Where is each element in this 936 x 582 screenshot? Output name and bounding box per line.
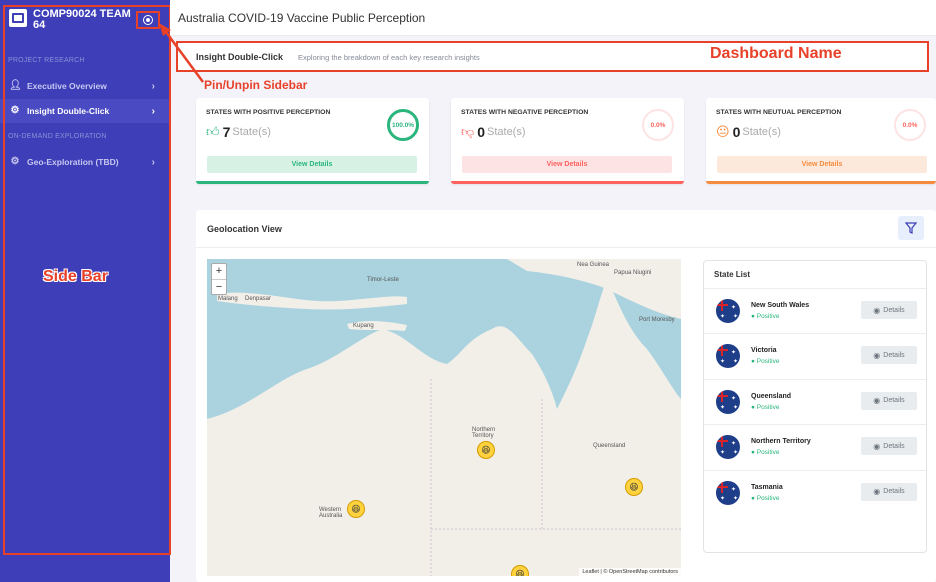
card-title: STATES WITH NEGATIVE PERCEPTION [461,109,589,116]
state-name: Northern Territory [751,438,811,446]
australia-flag-icon: ✦ ✦ ✦ [716,435,740,460]
details-label: Details [883,351,905,359]
card-title: STATES WITH NEUTUAL PERCEPTION [716,109,842,116]
top-header: Australia COVID-19 Vaccine Public Percep… [170,0,936,36]
australia-flag-icon: ✦ ✦ ✦ [716,299,740,323]
filter-button[interactable] [898,216,924,240]
state-status: ● Positive [751,313,780,320]
state-row-northern-territory: ✦ ✦ ✦ Northern Territory ● Positive ◉ Details [704,424,926,469]
state-status-label: Positive [756,313,780,320]
details-button[interactable]: ◉ Details [861,301,917,319]
geolocation-panel: Geolocation View + − Malang Denpasar Tim… [196,210,936,582]
page-title: Australia COVID-19 Vaccine Public Percep… [178,11,426,25]
map-label: Malang [218,296,238,302]
negative-card: STATES WITH NEGATIVE PERCEPTION 👎︎ 0 Sta… [451,98,684,184]
details-button[interactable]: ◉ Details [861,482,917,501]
card-unit: State(s) [742,126,781,138]
details-button[interactable]: ◉ Details [861,437,917,456]
card-accent-bar [706,181,936,184]
map-label: Kupang [353,323,374,329]
state-name: New South Wales [751,302,810,309]
state-status-label: Positive [756,449,780,457]
filter-icon [905,222,917,234]
zoom-in-button[interactable]: + [212,264,226,279]
pin-annotation: Pin/Unpin Sidebar [204,78,308,92]
state-row-victoria: ✦ ✦ ✦ Victoria ● Positive ◉ Details [704,333,926,378]
australia-flag-icon: ✦ ✦ ✦ [716,389,740,414]
eye-icon: ◉ [873,441,881,451]
eye-icon: ◉ [873,350,881,360]
details-label: Details [883,306,905,314]
percent-ring: 0.0% [894,109,926,141]
neutral-face-icon: 😐︎ [716,124,730,139]
map-label: Western Australia [319,507,343,519]
map-label: Northern Territory [472,427,496,439]
map-label: Timor-Leste [367,277,399,283]
card-unit: State(s) [487,126,526,138]
state-name: Victoria [751,347,777,355]
state-name: Queensland [751,392,792,400]
state-list: State List ✦ ✦ ✦ New South Wales ● Positive ◉… [703,260,927,553]
details-label: Details [883,442,905,450]
eye-icon: ◉ [873,487,881,497]
state-status: ● Positive [751,403,780,411]
map-label: Nea Guinea [577,262,610,268]
card-count: 0 [477,124,485,140]
zoom-control: + − [211,263,227,295]
card-unit: State(s) [232,126,271,138]
map-label: Port Moresby [639,317,675,323]
map-attribution[interactable]: Leaflet | © OpenStreetMap contributors [579,568,681,576]
details-button[interactable]: ◉ Details [861,391,917,410]
thumbs-up-icon: 👍︎ [206,124,220,139]
state-status: ● Positive [751,449,780,457]
card-accent-bar [196,181,429,184]
details-label: Details [883,397,905,405]
view-details-button[interactable]: View Details [207,156,417,173]
state-list-title: State List [714,270,751,279]
percent-ring: 0.0% [642,109,674,141]
laughing-face-icon[interactable]: 😆︎ [511,565,529,576]
laughing-face-icon[interactable]: 😆︎ [477,441,495,459]
zoom-out-button[interactable]: − [212,279,226,294]
card-accent-bar [451,181,684,184]
neutral-card: STATES WITH NEUTUAL PERCEPTION 😐︎ 0 Stat… [706,98,936,184]
laughing-face-icon[interactable]: 😆︎ [625,478,643,496]
view-details-button[interactable]: View Details [462,156,672,173]
details-button[interactable]: ◉ Details [861,346,917,365]
australia-flag-icon: ✦ ✦ ✦ [716,480,740,505]
card-count: 7 [222,124,231,140]
geolocation-title: Geolocation View [207,224,282,234]
state-row-tasmania: ✦ ✦ ✦ Tasmania ● Positive ◉ Details [704,469,926,515]
dashboard-annotation: Dashboard Name [710,45,842,62]
card-title: STATES WITH POSITIVE PERCEPTION [206,109,331,116]
state-status-label: Positive [756,494,780,502]
card-count: 0 [732,124,741,140]
australia-flag-icon: ✦ ✦ ✦ [716,344,740,369]
map-label: Queensland [593,443,626,449]
percent-ring: 100.0% [387,109,419,141]
state-status-label: Positive [756,403,780,411]
state-status-label: Positive [756,358,780,366]
positive-card: STATES WITH POSITIVE PERCEPTION 👍︎ 7 Sta… [196,98,429,184]
state-row-queensland: ✦ ✦ ✦ Queensland ● Positive ◉ Details [704,378,926,424]
map[interactable]: + − Malang Denpasar Timor-Leste Kupang N… [207,259,681,576]
breadcrumb-subtitle: Exploring the breakdown of each key rese… [298,53,480,62]
map-label: Denpasar [245,296,272,302]
eye-icon: ◉ [873,396,881,406]
details-label: Details [883,488,905,496]
laughing-face-icon[interactable]: 😆︎ [347,500,365,518]
state-name: Tasmania [751,483,783,491]
state-status: ● Positive [751,494,780,502]
view-details-button[interactable]: View Details [717,156,927,173]
state-row-new-south-wales: ✦ ✦ ✦ New South Wales ● Positive ◉ Details [704,288,926,333]
sidebar-annotation: Side Bar [43,268,108,285]
eye-icon: ◉ [873,305,881,315]
state-status: ● Positive [751,358,780,366]
map-label: Papua Niugini [614,270,652,276]
thumbs-down-icon: 👎︎ [461,124,475,139]
map-tiles [207,259,681,576]
